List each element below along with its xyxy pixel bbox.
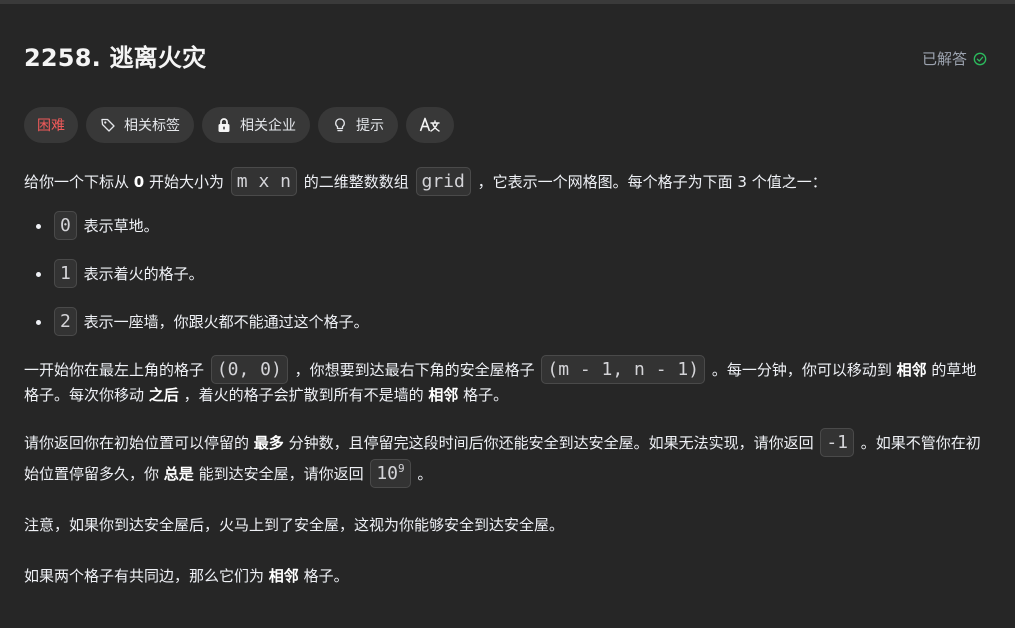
problem-title: 2258. 逃离火灾 xyxy=(24,44,207,72)
description-paragraph-movement: 一开始你在最左上角的格子 (0, 0) ，你想要到达最右下角的安全屋格子 (m … xyxy=(24,355,989,408)
code-exponent: 9 xyxy=(398,462,405,475)
inline-code: (m - 1, n - 1) xyxy=(541,355,706,384)
check-circle-icon xyxy=(973,52,987,65)
text: 表示草地。 xyxy=(78,217,159,235)
text: 一开始你在最左上角的格子 xyxy=(24,361,209,379)
tag-icon xyxy=(101,118,115,132)
inline-code: m x n xyxy=(230,167,297,196)
text: ，你想要到达最右下角的安全屋格子 xyxy=(289,361,540,379)
text: 请你返回你在初始位置可以停留的 xyxy=(24,434,254,452)
tag-bar: 困难 相关标签 相关企业 提示 xyxy=(24,107,454,143)
hint-label: 提示 xyxy=(356,118,384,134)
inline-code: 2 xyxy=(54,307,77,336)
bold-text: 0 xyxy=(133,173,145,191)
inline-code: 109 xyxy=(370,459,411,488)
text: 分钟数，且停留完这段时间后你还能安全到达安全屋。如果无法实现，请你返回 xyxy=(283,434,819,452)
related-companies-button[interactable]: 相关企业 xyxy=(202,107,310,143)
text: 格子。 xyxy=(298,567,349,585)
bold-text: 相邻 xyxy=(268,567,299,585)
text: 给你一个下标从 xyxy=(24,173,134,191)
text: 开始大小为 xyxy=(144,173,229,191)
inline-code: 1 xyxy=(54,259,77,288)
bold-text: 相邻 xyxy=(428,386,459,404)
description-paragraph-return: 请你返回你在初始位置可以停留的 最多 分钟数，且停留完这段时间后你还能安全到达安… xyxy=(24,428,989,488)
difficulty-badge: 困难 xyxy=(24,107,78,143)
description-paragraph-intro: 给你一个下标从 0 开始大小为 m x n 的二维整数数组 grid ，它表示一… xyxy=(24,167,989,196)
inline-code: 0 xyxy=(54,211,77,240)
list-item: 1 表示着火的格子。 xyxy=(52,259,989,288)
related-tags-label: 相关标签 xyxy=(124,118,180,134)
inline-code: (0, 0) xyxy=(210,355,288,384)
bold-text: 总是 xyxy=(163,465,194,483)
text: 。每一分钟，你可以移动到 xyxy=(707,361,897,379)
lightbulb-icon xyxy=(335,118,345,132)
bold-text: 最多 xyxy=(253,434,284,452)
solved-status: 已解答 xyxy=(922,48,987,69)
text: ，它表示一个网格图。每个格子为下面 3 个值之一： xyxy=(472,173,827,191)
text: 如果两个格子有共同边，那么它们为 xyxy=(24,567,269,585)
text: 格子。 xyxy=(458,386,509,404)
text: 表示着火的格子。 xyxy=(78,265,204,283)
top-divider xyxy=(0,0,1015,4)
cell-values-list: 0 表示草地。 1 表示着火的格子。 2 表示一座墙，你跟火都不能通过这个格子。 xyxy=(24,211,989,336)
inline-code: -1 xyxy=(820,428,855,457)
list-item: 2 表示一座墙，你跟火都不能通过这个格子。 xyxy=(52,307,989,336)
hint-button[interactable]: 提示 xyxy=(318,107,398,143)
inline-code: grid xyxy=(415,167,471,196)
bold-text: 相邻 xyxy=(896,361,927,379)
translate-icon xyxy=(419,117,440,132)
solved-label: 已解答 xyxy=(921,50,967,68)
lock-icon xyxy=(218,118,230,132)
problem-description: 给你一个下标从 0 开始大小为 m x n 的二维整数数组 grid ，它表示一… xyxy=(24,167,989,589)
translate-button[interactable] xyxy=(406,107,454,143)
text: ，着火的格子会扩散到所有不是墙的 xyxy=(178,386,429,404)
text: 表示一座墙，你跟火都不能通过这个格子。 xyxy=(78,313,369,331)
related-companies-label: 相关企业 xyxy=(240,118,296,134)
description-paragraph-note: 注意，如果你到达安全屋后，火马上到了安全屋，这视为你能够安全到达安全屋。 xyxy=(24,516,565,534)
related-tags-button[interactable]: 相关标签 xyxy=(86,107,194,143)
description-paragraph-adjacent: 如果两个格子有共同边，那么它们为 相邻 格子。 xyxy=(24,564,989,589)
code-base: 10 xyxy=(376,463,399,484)
difficulty-label: 困难 xyxy=(37,118,65,134)
text: 的二维整数数组 xyxy=(298,173,414,191)
text: 能到达安全屋，请你返回 xyxy=(193,465,369,483)
text: 。 xyxy=(412,465,433,483)
bold-text: 之后 xyxy=(148,386,179,404)
list-item: 0 表示草地。 xyxy=(52,211,989,240)
